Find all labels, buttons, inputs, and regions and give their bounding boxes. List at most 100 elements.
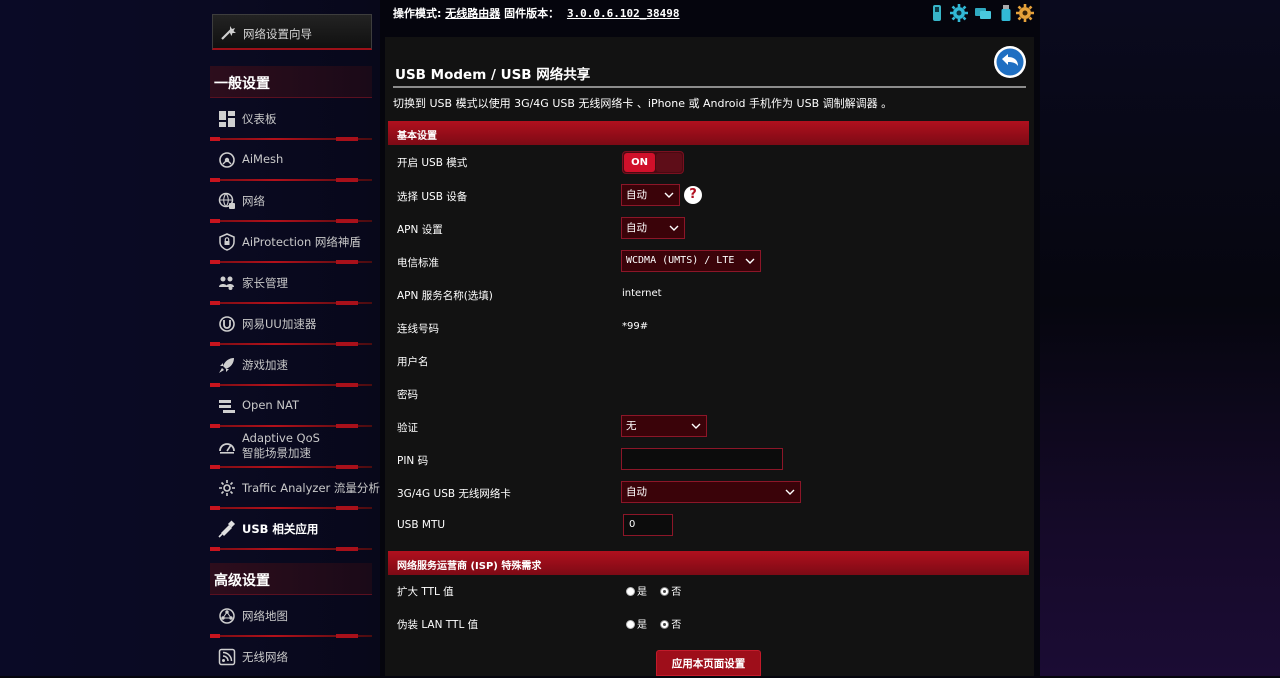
sidebar-item-open-nat[interactable]: Open NAT <box>210 386 375 428</box>
sidebar-item-label: USB 相关应用 <box>242 522 319 536</box>
sidebar-item-label: AiProtection 网络神盾 <box>242 235 361 249</box>
spoof-lan-ttl-yes-radio[interactable] <box>626 620 635 629</box>
radio-label: 否 <box>671 620 682 631</box>
spoof-lan-ttl-radio-group: 是 否 <box>626 616 681 631</box>
firmware-label: 固件版本： <box>504 7 560 20</box>
row-label: 开启 USB 模式 <box>397 157 468 169</box>
sidebar-item-dashboard[interactable]: 仪表板 <box>210 99 375 141</box>
sidebar-advanced-heading: 高级设置 <box>210 563 372 595</box>
sidebar-item-usb-apps[interactable]: USB 相关应用 <box>210 509 375 551</box>
section-basic-settings: 基本设置 <box>388 121 1029 145</box>
sidebar-item-network-map[interactable]: 网络地图 <box>210 596 375 638</box>
family-icon <box>219 276 234 290</box>
extend-ttl-no-radio[interactable] <box>660 587 670 596</box>
settings-gear-icon[interactable] <box>950 4 968 22</box>
sidebar: 网络设置向导 一般设置 仪表板 AiMesh 网络 AiProtection 网… <box>210 0 380 678</box>
select-value: 无 <box>626 420 637 432</box>
row-label: 密码 <box>397 389 418 401</box>
chevron-down-icon <box>669 225 679 231</box>
extend-ttl-yes-radio[interactable] <box>626 587 635 596</box>
back-arrow-icon[interactable] <box>993 45 1027 79</box>
row-enable-usb: 开启 USB 模式 ON <box>388 145 1029 178</box>
page-description: 切换到 USB 模式以使用 3G/4G USB 无线网络卡 、iPhone 或 … <box>393 97 893 110</box>
apply-settings-button[interactable]: 应用本页面设置 <box>656 650 761 676</box>
sidebar-item-network[interactable]: 网络 <box>210 181 375 223</box>
row-label: PIN 码 <box>397 455 429 467</box>
sidebar-item-parental[interactable]: 家长管理 <box>210 263 375 305</box>
row-label: 扩大 TTL 值 <box>397 586 454 598</box>
apn-setting-select[interactable]: 自动 <box>621 217 685 239</box>
chevron-down-icon <box>785 489 795 495</box>
sidebar-wizard-label: 网络设置向导 <box>243 27 312 41</box>
select-value: 自动 <box>626 189 647 201</box>
row-password: 密码 <box>388 377 1029 410</box>
sidebar-item-label: 网易UU加速器 <box>242 317 317 331</box>
sidebar-wizard-button[interactable]: 网络设置向导 <box>212 14 372 50</box>
usb-device-select[interactable]: 自动 <box>621 184 680 206</box>
network-icon[interactable] <box>974 4 992 22</box>
sidebar-item-label-main: Adaptive QoS <box>242 431 320 445</box>
sidebar-general-title: 一般设置 <box>214 76 270 92</box>
row-select-usb-device: 选择 USB 设备 自动 ? <box>388 179 1029 212</box>
sidebar-item-label-sub: 智能场景加速 <box>242 446 311 460</box>
row-label: 电信标准 <box>397 257 439 269</box>
row-label: 连线号码 <box>397 323 439 335</box>
sidebar-item-label: 无线网络 <box>242 650 288 664</box>
operation-mode-bar: 操作模式: 无线路由器 固件版本： 3.0.0.6.102_38498 <box>393 5 680 21</box>
rocket-icon <box>219 358 234 373</box>
usb-icon <box>218 520 236 538</box>
uu-booster-icon <box>219 316 235 332</box>
telecom-standard-select[interactable]: WCDMA (UMTS) / LTE <box>621 250 761 272</box>
row-extend-ttl: 扩大 TTL 值 是 否 <box>388 574 1029 607</box>
sidebar-item-uu-booster[interactable]: 网易UU加速器 <box>210 304 375 346</box>
open-nat-icon <box>219 400 235 413</box>
dashboard-icon <box>219 111 235 127</box>
radio-label: 否 <box>671 587 682 598</box>
row-apn-name: APN 服务名称(选填) internet <box>388 278 1029 311</box>
usb-drive-icon[interactable] <box>997 4 1015 22</box>
select-value: 自动 <box>626 222 647 234</box>
extend-ttl-radio-group: 是 否 <box>626 583 681 598</box>
authentication-select[interactable]: 无 <box>621 415 707 437</box>
row-label: APN 设置 <box>397 224 443 236</box>
page-title: USB Modem / USB 网络共享 <box>395 67 591 83</box>
sidebar-item-label: 网络地图 <box>242 609 288 623</box>
row-label: 选择 USB 设备 <box>397 191 468 203</box>
aimesh-icon <box>219 152 235 168</box>
sidebar-item-label: Traffic Analyzer 流量分析 <box>242 481 380 495</box>
sidebar-item-aimesh[interactable]: AiMesh <box>210 140 375 182</box>
usb-mtu-input[interactable]: 0 <box>623 514 673 536</box>
row-label: APN 服务名称(选填) <box>397 290 493 302</box>
apn-name-value[interactable]: internet <box>622 288 662 299</box>
firmware-link[interactable]: 3.0.0.6.102_38498 <box>567 7 680 20</box>
opmode-label: 操作模式: <box>393 7 442 20</box>
shield-icon <box>219 233 235 251</box>
wireless-icon <box>218 648 236 666</box>
background-right <box>1040 0 1280 676</box>
sidebar-item-adaptive-qos[interactable]: Adaptive QoS 智能场景加速 <box>210 427 375 469</box>
sidebar-item-wireless[interactable]: 无线网络 <box>210 637 375 678</box>
sidebar-item-label: Adaptive QoS 智能场景加速 <box>242 431 320 461</box>
sidebar-item-label: 仪表板 <box>242 112 277 126</box>
usb-mode-toggle[interactable]: ON <box>622 151 684 174</box>
usb-adapter-select[interactable]: 自动 <box>621 481 801 503</box>
spoof-lan-ttl-no-radio[interactable] <box>660 620 670 629</box>
network-map-icon <box>219 608 235 624</box>
row-telecom-standard: 电信标准 WCDMA (UMTS) / LTE <box>388 245 1029 278</box>
chevron-down-icon <box>664 192 674 198</box>
select-value: 自动 <box>626 486 647 498</box>
help-icon[interactable]: ? <box>684 186 702 204</box>
dial-number-value[interactable]: *99# <box>622 321 648 332</box>
row-dial-number: 连线号码 *99# <box>388 311 1029 344</box>
row-spoof-lan-ttl: 伪装 LAN TTL 值 是 否 <box>388 607 1029 640</box>
wizard-icon <box>221 26 236 40</box>
pin-input[interactable] <box>621 448 783 470</box>
sidebar-item-label: AiMesh <box>242 152 284 166</box>
gear-icon[interactable] <box>1016 4 1034 22</box>
opmode-link[interactable]: 无线路由器 <box>445 7 500 20</box>
usb-icon[interactable] <box>928 4 946 22</box>
sidebar-item-traffic-analyzer[interactable]: Traffic Analyzer 流量分析 <box>210 468 380 510</box>
sidebar-item-game-boost[interactable]: 游戏加速 <box>210 345 375 387</box>
sidebar-item-aiprotection[interactable]: AiProtection 网络神盾 <box>210 222 375 264</box>
row-label: 验证 <box>397 422 418 434</box>
